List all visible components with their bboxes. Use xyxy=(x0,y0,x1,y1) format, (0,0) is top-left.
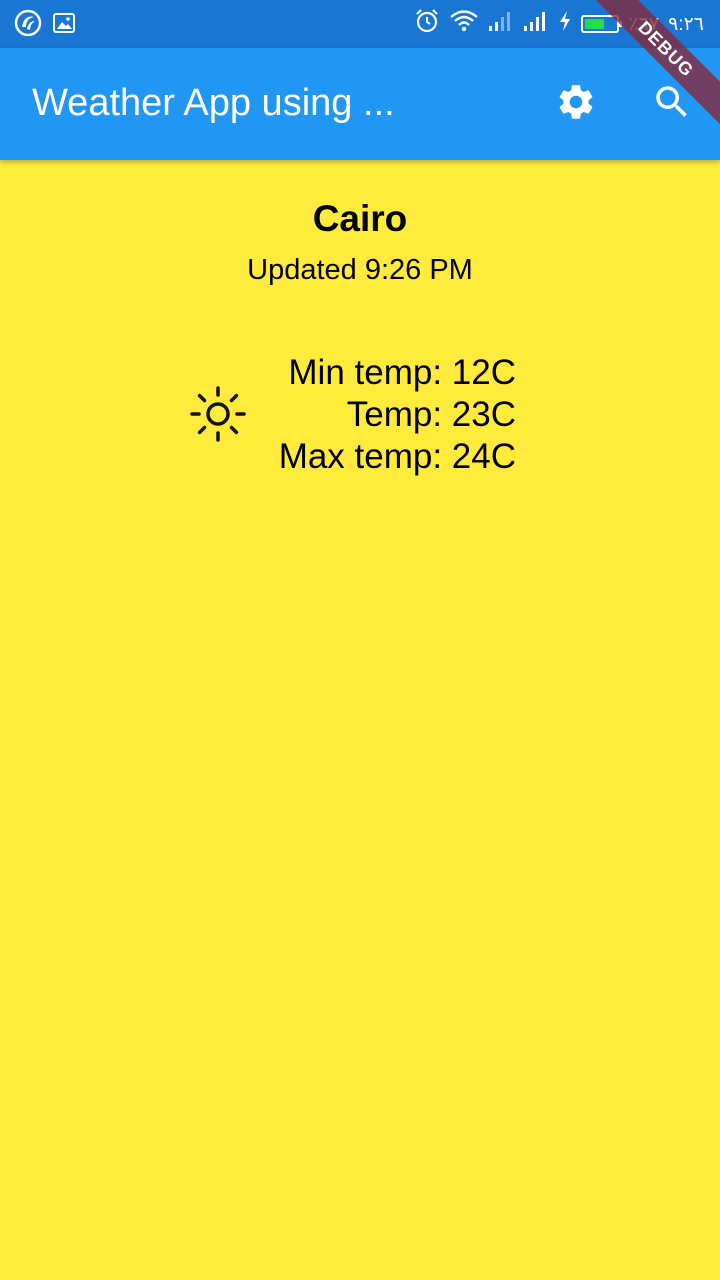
sun-icon xyxy=(188,384,248,444)
city-name: Cairo xyxy=(312,198,408,239)
status-bar: ٪٦٧ ٩:٢٦ xyxy=(0,0,720,48)
app-logo-icon xyxy=(14,9,42,42)
search-icon xyxy=(651,81,693,128)
battery-fill xyxy=(585,19,605,29)
charging-icon xyxy=(558,10,572,38)
image-icon xyxy=(52,11,76,40)
current-temp: Temp: 23C xyxy=(346,395,516,434)
min-temp: Min temp: 12C xyxy=(288,353,516,392)
app-title: Weather App using ... xyxy=(32,82,395,124)
clock: ٩:٢٦ xyxy=(668,13,704,35)
wifi-icon xyxy=(449,9,479,39)
settings-button[interactable] xyxy=(552,80,600,128)
signal-icon xyxy=(488,10,514,38)
temperature-list: Min temp: 12C Temp: 23C Max temp: 24C xyxy=(279,352,516,478)
updated-time: Updated 9:26 PM xyxy=(247,254,473,286)
signal-icon xyxy=(523,10,549,38)
app-bar: Weather App using ... xyxy=(0,48,720,160)
battery-percentage: ٪٦٧ xyxy=(628,13,660,35)
max-temp: Max temp: 24C xyxy=(278,437,516,476)
status-bar-left xyxy=(14,9,76,42)
search-button[interactable] xyxy=(648,80,696,128)
status-bar-right: ٪٦٧ ٩:٢٦ xyxy=(414,9,704,39)
settings-icon xyxy=(555,81,597,128)
battery-tip xyxy=(619,21,623,27)
battery-icon xyxy=(581,15,623,33)
alarm-icon xyxy=(414,8,440,40)
